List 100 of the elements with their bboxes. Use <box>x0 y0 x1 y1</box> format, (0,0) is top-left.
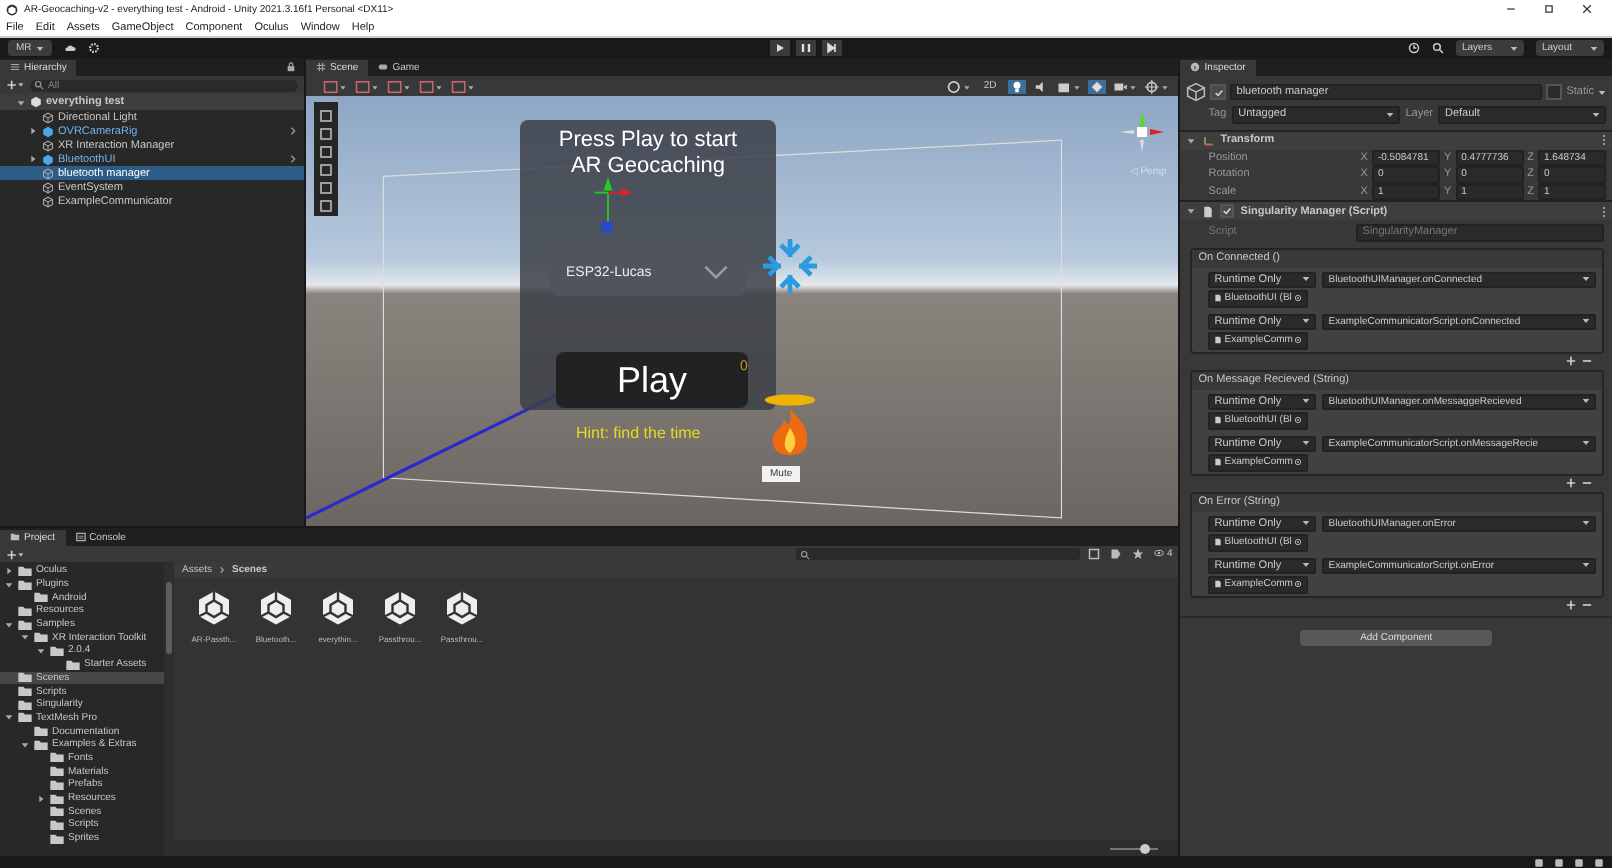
collapsed-arrow-icon[interactable] <box>36 793 46 804</box>
script-file-icon <box>1214 294 1223 303</box>
add-button[interactable] <box>6 80 24 90</box>
scale-tool-icon[interactable] <box>318 162 334 178</box>
script-file-icon <box>1214 416 1223 425</box>
chevron-right-icon[interactable] <box>288 126 298 136</box>
debug-status-icon[interactable] <box>1574 857 1584 867</box>
rect-tool-icon[interactable] <box>318 180 334 196</box>
hand-tool-icon[interactable] <box>318 108 334 124</box>
gizmos-icon[interactable] <box>1144 79 1171 93</box>
chevron-down-icon <box>702 264 730 280</box>
rotate-tool-icon[interactable] <box>318 144 334 160</box>
target-circle-icon <box>1293 294 1302 303</box>
collapsed-arrow-icon[interactable] <box>28 154 38 164</box>
settings-icon[interactable] <box>87 42 100 54</box>
unity-scene-file-icon[interactable] <box>196 588 232 628</box>
search-field[interactable] <box>795 548 1079 560</box>
enabled-checkbox[interactable] <box>1220 204 1235 218</box>
add-icon[interactable] <box>1566 477 1576 487</box>
active-checkbox[interactable] <box>1210 84 1227 100</box>
static-checkbox[interactable] <box>1546 84 1563 100</box>
info-icon <box>1190 62 1201 73</box>
dropdown-arrow-icon <box>1302 520 1311 527</box>
collapsed-arrow-icon[interactable] <box>4 565 14 576</box>
add-icon[interactable] <box>1566 355 1576 365</box>
target-circle-icon <box>1293 538 1302 547</box>
cube-outline-icon <box>42 139 54 151</box>
transform-axes-icon <box>1202 134 1215 146</box>
dropdown-arrow-icon <box>1582 562 1590 569</box>
target-circle-icon <box>1294 580 1303 589</box>
step-icon[interactable] <box>820 40 844 56</box>
visibility-icon[interactable] <box>1088 79 1107 93</box>
unity-scene-file-icon[interactable] <box>382 588 418 628</box>
dropdown-arrow-icon <box>1385 111 1394 118</box>
scrollbar-thumb[interactable] <box>166 582 172 654</box>
search-icon <box>799 549 809 559</box>
panel-heading: Press Play to start AR Geocaching <box>556 128 740 180</box>
cache-status-icon[interactable] <box>1534 857 1544 867</box>
progress-status-icon[interactable] <box>1594 857 1604 867</box>
filter-icon[interactable] <box>1087 548 1099 560</box>
shading-mode-icon[interactable] <box>945 79 972 93</box>
target-circle-icon <box>1293 416 1302 425</box>
history-icon[interactable] <box>1408 42 1420 54</box>
cloud-icon[interactable] <box>63 42 76 54</box>
expanded-arrow-icon[interactable] <box>16 97 26 107</box>
slider-thumb[interactable] <box>1140 843 1151 853</box>
play-icon[interactable] <box>768 40 792 56</box>
toolbar-icon[interactable] <box>322 79 348 93</box>
scrollbar[interactable] <box>164 562 174 856</box>
dropdown-arrow-icon <box>1582 318 1590 325</box>
remove-icon[interactable] <box>1582 477 1592 487</box>
chevron-right-icon[interactable] <box>288 154 298 164</box>
expanded-arrow-icon[interactable] <box>4 712 14 723</box>
add-icon[interactable] <box>1566 599 1576 609</box>
unity-scene-file-icon[interactable] <box>258 588 294 628</box>
folder-icon <box>10 532 20 543</box>
remove-icon[interactable] <box>1582 599 1592 609</box>
grid-icon <box>316 62 326 73</box>
camera-icon[interactable] <box>1112 79 1139 93</box>
close-icon[interactable] <box>1582 4 1592 14</box>
dropdown-arrow-icon <box>1302 398 1311 405</box>
toolbar-icon[interactable] <box>418 79 444 93</box>
transform-tool-icon[interactable] <box>318 198 334 214</box>
dropdown-arrow-icon <box>1302 276 1311 283</box>
dropdown-arrow-icon <box>1302 318 1311 325</box>
lock-icon[interactable] <box>286 62 296 72</box>
eye-icon <box>1153 548 1163 559</box>
console-icon <box>75 532 86 543</box>
search-icon[interactable] <box>1432 42 1444 54</box>
unity-scene-file-icon[interactable] <box>320 588 356 628</box>
dropdown-arrow-icon <box>1510 45 1518 51</box>
script-file-icon <box>1202 205 1215 217</box>
remove-icon[interactable] <box>1582 355 1592 365</box>
pause-icon[interactable] <box>794 40 818 56</box>
dropdown-arrow-icon <box>1302 562 1311 569</box>
plus-icon <box>6 80 24 90</box>
star-icon[interactable] <box>1131 548 1143 560</box>
unity-scene-file-icon[interactable] <box>444 588 480 628</box>
expanded-arrow-icon[interactable] <box>1186 135 1197 145</box>
target-circle-icon <box>1294 458 1303 467</box>
dropdown-arrow-icon <box>35 45 44 51</box>
dropdown-arrow-icon <box>1592 111 1601 118</box>
gamepad-icon <box>378 62 389 73</box>
build-status-icon[interactable] <box>1554 857 1564 867</box>
expanded-arrow-icon[interactable] <box>4 579 14 590</box>
toolbar-icon[interactable] <box>386 79 412 93</box>
lightbulb-icon[interactable] <box>1008 79 1027 93</box>
expanded-arrow-icon[interactable] <box>1186 206 1197 216</box>
minimize-icon[interactable] <box>1506 4 1516 14</box>
move-tool-icon[interactable] <box>318 126 334 142</box>
toolbar-icon[interactable] <box>354 79 380 93</box>
add-button[interactable] <box>6 549 24 559</box>
script-file-icon <box>1214 336 1223 345</box>
expanded-arrow-icon[interactable] <box>20 739 30 750</box>
toolbar-icon[interactable] <box>450 79 476 93</box>
collapsed-arrow-icon[interactable] <box>28 126 38 136</box>
dropdown-arrow-icon <box>1582 398 1590 405</box>
effects-icon[interactable] <box>1056 79 1083 93</box>
list-icon <box>10 62 20 73</box>
maximize-icon[interactable] <box>1544 4 1554 14</box>
